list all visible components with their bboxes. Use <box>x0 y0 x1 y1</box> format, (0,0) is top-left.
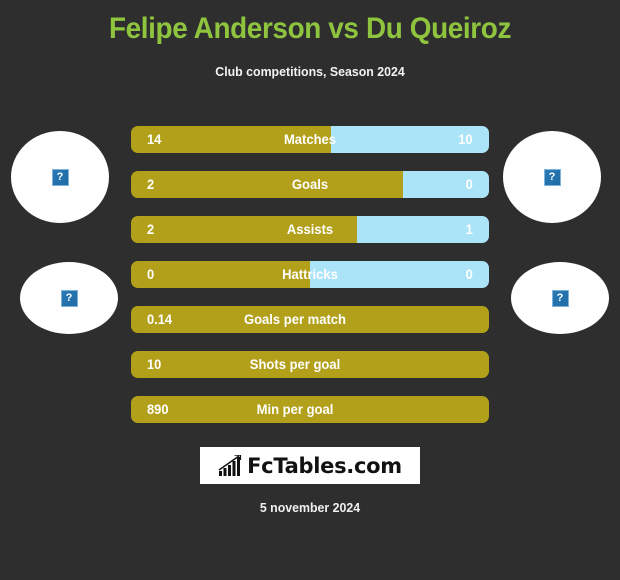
stat-label: Goals <box>291 176 329 192</box>
comparison-infographic: Felipe Anderson vs Du Queiroz Club compe… <box>0 0 620 580</box>
stat-row-goals: 2 Goals 0 <box>131 171 489 198</box>
broken-image-glyph: ? <box>65 291 73 304</box>
stat-row-min-per-goal: 890 Min per goal <box>131 396 489 423</box>
stat-row-shots-per-goal: 10 Shots per goal <box>131 351 489 378</box>
stat-row-goals-per-match: 0.14 Goals per match <box>131 306 489 333</box>
player-photo-left-bottom: ? <box>20 262 118 334</box>
broken-image-glyph: ? <box>56 170 64 183</box>
broken-image-icon: ? <box>551 289 569 307</box>
player-photo-left-top: ? <box>11 131 109 223</box>
broken-image-glyph: ? <box>548 170 556 183</box>
broken-image-icon: ? <box>543 168 561 186</box>
stat-value-right: 0 <box>465 176 473 192</box>
broken-image-glyph: ? <box>556 291 564 304</box>
fctables-logo[interactable]: FcTables.com <box>200 447 420 484</box>
stat-value-right: 1 <box>465 221 473 237</box>
page-title: Felipe Anderson vs Du Queiroz <box>108 12 512 45</box>
broken-image-icon: ? <box>60 289 78 307</box>
stat-row-assists: 2 Assists 1 <box>131 216 489 243</box>
player-photo-right-top: ? <box>503 131 601 223</box>
broken-image-icon: ? <box>51 168 69 186</box>
stat-label: Min per goal <box>256 401 334 417</box>
stats-bar-list: 14 Matches 10 2 Goals 0 2 Assists 1 0 Ha… <box>131 126 489 441</box>
stat-value-right: 10 <box>458 131 473 147</box>
stat-value-right: 0 <box>465 266 473 282</box>
player-photo-right-bottom: ? <box>511 262 609 334</box>
footer-date: 5 november 2024 <box>259 500 361 515</box>
stat-label: Shots per goal <box>249 356 341 372</box>
page-subtitle: Club competitions, Season 2024 <box>215 64 405 79</box>
stat-label: Hattricks <box>282 266 338 282</box>
stat-row-hattricks: 0 Hattricks 0 <box>131 261 489 288</box>
stat-label: Assists <box>286 221 334 237</box>
logo-text: FcTables.com <box>247 453 402 478</box>
bar-chart-trend-icon <box>218 454 242 476</box>
stat-label: Goals per match <box>243 311 347 327</box>
stat-label: Matches <box>283 131 337 147</box>
stat-row-matches: 14 Matches 10 <box>131 126 489 153</box>
